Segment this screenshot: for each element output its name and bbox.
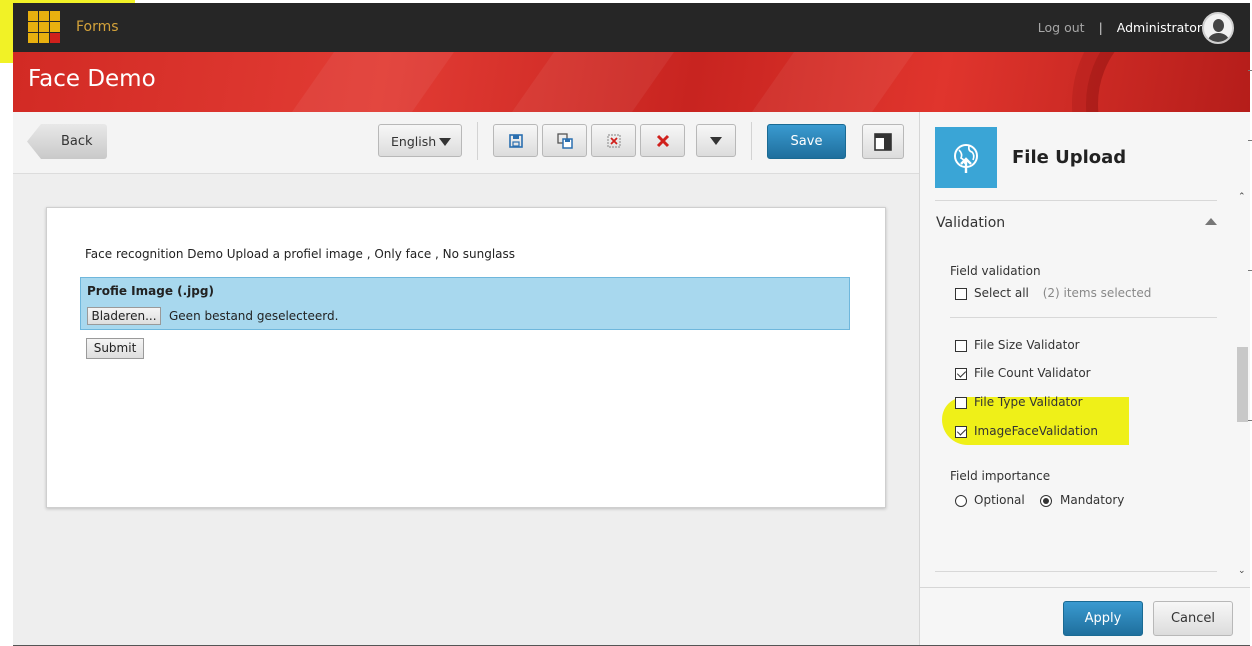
mandatory-radio[interactable] bbox=[1040, 495, 1052, 507]
avatar[interactable] bbox=[1202, 12, 1234, 44]
language-dropdown[interactable]: English bbox=[378, 124, 462, 157]
divider bbox=[950, 317, 1217, 318]
edge-artifact bbox=[1248, 70, 1252, 421]
validator-checkbox[interactable] bbox=[955, 397, 967, 409]
language-value: English bbox=[391, 134, 437, 149]
back-button[interactable]: Back bbox=[27, 124, 107, 159]
top-bar: Forms Log out | Administrator bbox=[13, 3, 1250, 52]
cancel-button[interactable]: Cancel bbox=[1153, 601, 1233, 636]
field-importance-label: Field importance bbox=[950, 469, 1051, 483]
divider bbox=[935, 571, 1217, 572]
panel-footer: Apply Cancel bbox=[920, 587, 1250, 645]
file-upload-field[interactable]: Profie Image (.jpg) Bladeren... Geen bes… bbox=[80, 277, 850, 330]
save-as-button[interactable] bbox=[542, 124, 587, 157]
divider bbox=[477, 122, 478, 160]
editor-toolbar: Back English Save bbox=[13, 112, 919, 174]
layout-panel-icon bbox=[874, 133, 892, 151]
discard-icon bbox=[607, 134, 621, 148]
more-dropdown-icon bbox=[710, 137, 722, 145]
user-menu: Log out | Administrator bbox=[1038, 20, 1202, 35]
back-label: Back bbox=[61, 134, 93, 149]
divider bbox=[751, 122, 752, 160]
selected-count: (2) items selected bbox=[1042, 286, 1152, 300]
validator-label: File Type Validator bbox=[974, 395, 1083, 409]
optional-label: Optional bbox=[974, 493, 1025, 507]
save-icon-button[interactable] bbox=[493, 124, 538, 157]
select-all-row: Select all (2) items selected bbox=[974, 286, 1151, 300]
field-label: Profie Image (.jpg) bbox=[87, 284, 214, 298]
form-description: Face recognition Demo Upload a profiel i… bbox=[85, 247, 516, 261]
properties-panel: File Upload Validation Field validation … bbox=[919, 112, 1250, 645]
file-upload-icon bbox=[935, 127, 997, 188]
app-name[interactable]: Forms bbox=[76, 19, 119, 35]
page-title: Face Demo bbox=[28, 66, 156, 92]
header-decoration bbox=[1086, 52, 1250, 112]
section-title[interactable]: Validation bbox=[936, 215, 1005, 231]
delete-icon bbox=[656, 134, 670, 148]
app-window: Forms Log out | Administrator Face Demo Ba… bbox=[13, 3, 1250, 646]
browse-button[interactable]: Bladeren... bbox=[87, 307, 161, 325]
mandatory-label: Mandatory bbox=[1060, 493, 1125, 507]
discard-button[interactable] bbox=[591, 124, 636, 157]
page-header: Face Demo bbox=[13, 52, 1250, 112]
form-preview: Face recognition Demo Upload a profiel i… bbox=[46, 207, 886, 508]
more-dropdown-button[interactable] bbox=[696, 124, 736, 157]
element-title: File Upload bbox=[1012, 147, 1127, 168]
form-canvas: Face recognition Demo Upload a profiel i… bbox=[13, 174, 919, 645]
validator-label: File Count Validator bbox=[974, 366, 1091, 380]
validator-checkbox[interactable] bbox=[955, 340, 967, 352]
save-icon bbox=[509, 134, 523, 148]
select-all-label: Select all bbox=[974, 286, 1029, 300]
validator-checkbox[interactable] bbox=[955, 426, 967, 438]
separator: | bbox=[1098, 20, 1103, 35]
file-status: Geen bestand geselecteerd. bbox=[169, 309, 339, 323]
layout-toggle-button[interactable] bbox=[862, 124, 904, 159]
submit-button[interactable]: Submit bbox=[86, 338, 144, 359]
save-button[interactable]: Save bbox=[767, 124, 846, 159]
validator-label: ImageFaceValidation bbox=[974, 424, 1098, 438]
divider bbox=[935, 200, 1217, 201]
save-as-icon bbox=[557, 133, 573, 149]
validator-label: File Size Validator bbox=[974, 338, 1080, 352]
chevron-up-icon[interactable] bbox=[1205, 218, 1217, 225]
validator-checkbox[interactable] bbox=[955, 368, 967, 380]
field-validation-label: Field validation bbox=[950, 264, 1041, 278]
delete-button[interactable] bbox=[640, 124, 685, 157]
apply-button[interactable]: Apply bbox=[1063, 601, 1143, 636]
select-all-checkbox[interactable] bbox=[955, 288, 967, 300]
user-name[interactable]: Administrator bbox=[1117, 20, 1202, 35]
chevron-down-icon bbox=[439, 138, 451, 146]
optional-radio[interactable] bbox=[955, 495, 967, 507]
apps-grid-icon[interactable] bbox=[28, 11, 60, 43]
logout-link[interactable]: Log out bbox=[1038, 20, 1085, 35]
